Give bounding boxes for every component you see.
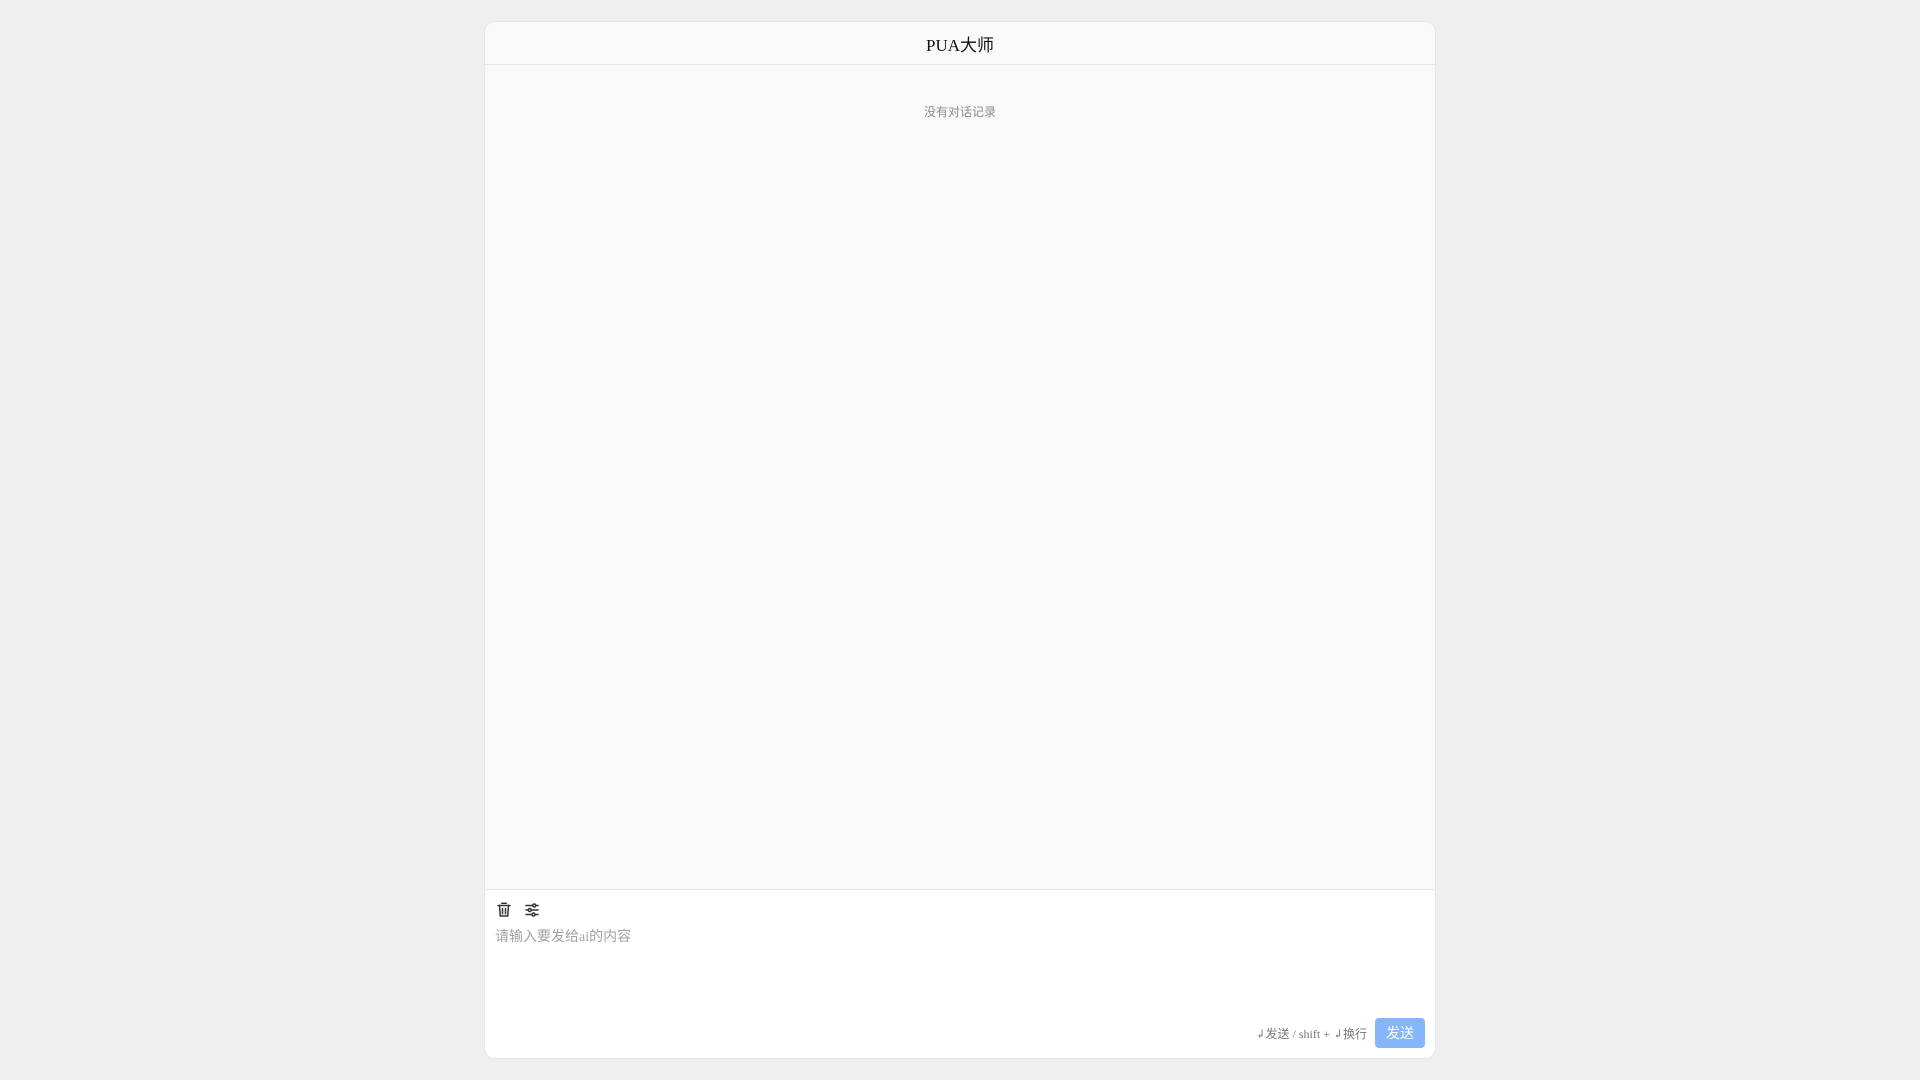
composer-panel: ↲发送 / shift + ↲换行 发送: [485, 889, 1435, 1058]
message-list[interactable]: 没有对话记录: [485, 65, 1435, 890]
send-button[interactable]: 发送: [1375, 1018, 1425, 1048]
chat-header: PUA大师: [485, 22, 1435, 65]
composer-toolbar: [495, 901, 541, 919]
keyboard-hint: ↲发送 / shift + ↲换行: [1255, 1026, 1367, 1041]
chat-window: PUA大师 没有对话记录 请输入要发给ai的内容 ↲发送 / shift + ↲…: [485, 22, 1435, 1058]
app-title: PUA大师: [925, 35, 994, 55]
message-input[interactable]: [495, 926, 1421, 1022]
trash-icon[interactable]: [495, 901, 513, 919]
composer-actions: ↲发送 / shift + ↲换行 发送: [1255, 1018, 1425, 1048]
empty-state-text: 没有对话记录: [923, 105, 996, 119]
sliders-icon[interactable]: [523, 901, 541, 919]
